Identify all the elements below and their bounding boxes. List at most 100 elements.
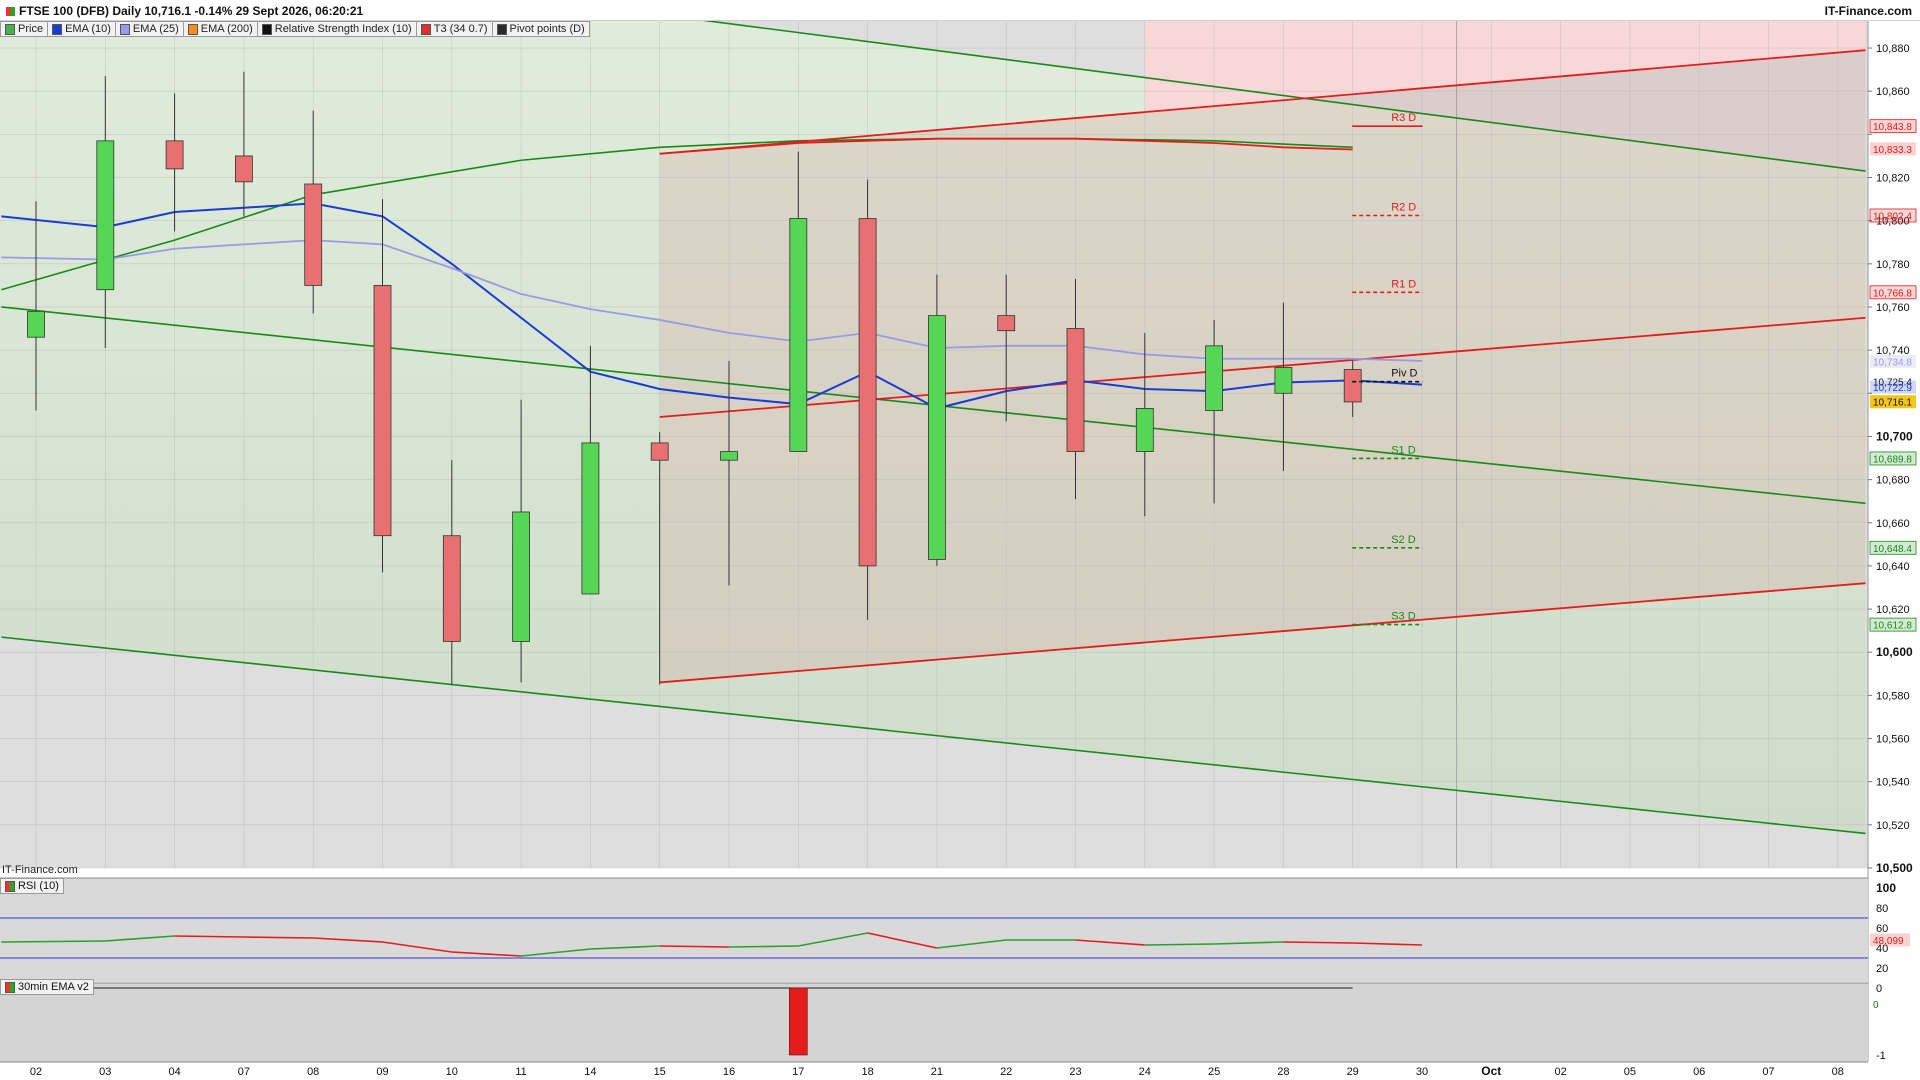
pivot-label: R3 D: [1391, 112, 1416, 124]
legend-label: EMA (10): [65, 23, 111, 35]
rsi-segment: [1, 940, 106, 943]
y-tick-label: 10,560: [1876, 734, 1910, 746]
y-tick-label: 10,500: [1876, 861, 1913, 875]
y-tick-label: 10,520: [1876, 820, 1910, 832]
legend-label: T3 (34 0.7): [433, 23, 488, 35]
value-tag-text: 10,722.9: [1873, 383, 1912, 394]
ema30-right-tag: 0: [1873, 1000, 1879, 1011]
ema30-label-text: 30min EMA v2: [18, 981, 89, 993]
candle-body: [1135, 407, 1154, 452]
candle-body: [27, 310, 45, 338]
x-tick-label: 16: [723, 1066, 735, 1078]
ema30-tick-label: -1: [1876, 1050, 1886, 1062]
candle-body: [442, 535, 461, 642]
y-tick-label: 10,700: [1876, 429, 1913, 443]
candle-body: [581, 442, 600, 595]
brand-label: IT-Finance.com: [1824, 4, 1912, 18]
legend-item-2[interactable]: EMA (25): [114, 21, 184, 37]
pivot-tag-text: 10,843.8: [1873, 122, 1912, 133]
x-tick-label: 02: [1554, 1066, 1566, 1078]
x-tick-label: 17: [792, 1066, 804, 1078]
rsi-panel-label[interactable]: RSI (10): [0, 878, 64, 894]
y-tick-label: 10,540: [1876, 777, 1910, 789]
chart-canvas[interactable]: R3 D R2 D R1 D Piv D S1 D S2 D S3 D 10,500 10,52…: [0, 0, 1920, 1080]
watermark: IT-Finance.com: [2, 864, 78, 876]
pivot-label: S3 D: [1391, 611, 1416, 623]
legend-swatch-icon: [261, 23, 272, 35]
legend-label: EMA (200): [200, 23, 253, 35]
pivot-label: S1 D: [1391, 444, 1416, 456]
indicator-legend: Price EMA (10) EMA (25) EMA (200) Relative S…: [0, 21, 590, 37]
x-tick-label: 02: [30, 1066, 42, 1078]
x-tick-label: 22: [1000, 1066, 1012, 1078]
rsi-tick-label: 20: [1876, 963, 1888, 975]
rsi-tick-label: 60: [1876, 923, 1888, 935]
x-tick-label: Oct: [1481, 1064, 1501, 1078]
red-channel-band: [659, 50, 1866, 683]
legend-swatch-icon: [119, 23, 130, 35]
legend-item-3[interactable]: EMA (200): [182, 21, 258, 37]
pivot-tag-text: 10,612.8: [1873, 621, 1912, 632]
x-tick-label: 05: [1624, 1066, 1636, 1078]
rsi-tick-label: 100: [1876, 881, 1896, 895]
x-tick-label: 23: [1069, 1066, 1081, 1078]
candle-body: [96, 140, 115, 291]
legend-swatch-icon: [496, 23, 507, 35]
chart-title: FTSE 100 (DFB) Daily 10,716.1 -0.14% 29 …: [6, 4, 363, 18]
value-tag-text: 10,833.3: [1873, 145, 1912, 156]
legend-label: Price: [18, 23, 44, 35]
y-tick-label: 10,780: [1876, 259, 1910, 271]
y-tick-label: 10,640: [1876, 561, 1910, 573]
candle-body: [997, 315, 1016, 332]
legend-label: Pivot points (D): [509, 23, 585, 35]
legend-label: Relative Strength Index (10): [274, 23, 412, 35]
ema30-swatch-icon: [5, 981, 15, 993]
candle-body: [1343, 369, 1362, 403]
x-tick-label: 21: [931, 1066, 943, 1078]
x-tick-label: 15: [654, 1066, 666, 1078]
candle-body: [234, 155, 253, 183]
x-tick-label: 06: [1693, 1066, 1705, 1078]
candle-body: [373, 285, 392, 537]
rsi-segment: [659, 945, 730, 948]
x-tick-label: 30: [1416, 1066, 1428, 1078]
legend-swatch-icon: [187, 23, 198, 35]
candle-body: [858, 218, 877, 567]
legend-item-0[interactable]: Price: [0, 21, 49, 37]
x-tick-label: 08: [1832, 1066, 1844, 1078]
ema30-panel-bg: [0, 983, 1868, 1062]
candle-body: [1205, 345, 1223, 411]
x-tick-label: 14: [584, 1066, 596, 1078]
chart-header: FTSE 100 (DFB) Daily 10,716.1 -0.14% 29 …: [0, 0, 1920, 21]
rsi-swatch-icon: [5, 880, 15, 892]
rsi-segment: [728, 945, 799, 948]
x-tick-label: 18: [861, 1066, 873, 1078]
legend-item-5[interactable]: T3 (34 0.7): [415, 21, 493, 37]
candle-body: [720, 451, 738, 461]
x-tick-label: 24: [1139, 1066, 1151, 1078]
x-tick-label: 03: [99, 1066, 111, 1078]
rsi-current-label: 48.099: [1873, 936, 1904, 947]
rsi-segment: [1144, 943, 1215, 946]
y-tick-label: 10,820: [1876, 173, 1910, 185]
candle-body: [165, 140, 184, 170]
ema30-tick-label: 0: [1876, 983, 1882, 995]
legend-item-4[interactable]: Relative Strength Index (10): [256, 21, 417, 37]
legend-item-1[interactable]: EMA (10): [47, 21, 116, 37]
instrument-icon: [6, 6, 15, 16]
pivot-tag-text: 10,766.8: [1873, 288, 1912, 299]
legend-item-6[interactable]: Pivot points (D): [491, 21, 590, 37]
pivot-label: R1 D: [1391, 278, 1416, 290]
rsi-tick-label: 80: [1876, 903, 1888, 915]
legend-label: EMA (25): [132, 23, 179, 35]
pivot-label: R2 D: [1391, 201, 1416, 213]
legend-swatch-icon: [5, 23, 15, 35]
ema30-panel-label[interactable]: 30min EMA v2: [0, 979, 94, 995]
x-tick-label: 07: [1762, 1066, 1774, 1078]
pivot-tag-text: 10,648.4: [1873, 544, 1912, 555]
x-tick-label: 25: [1208, 1066, 1220, 1078]
candle-body: [512, 511, 530, 642]
candle-body: [928, 315, 946, 560]
rsi-segment: [174, 935, 244, 938]
legend-swatch-icon: [52, 23, 63, 35]
